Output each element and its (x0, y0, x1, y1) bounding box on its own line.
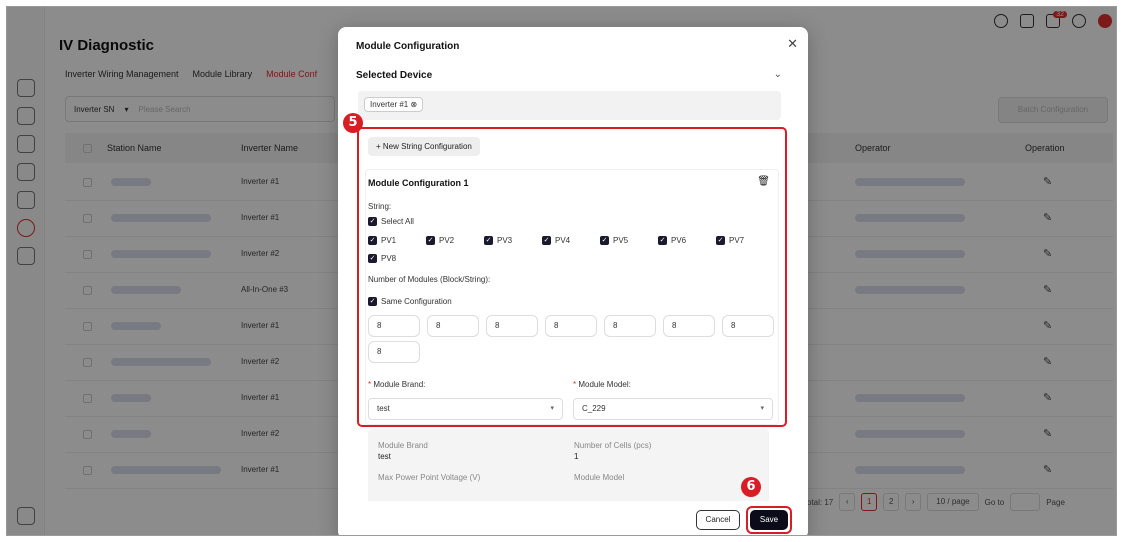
info-brand-key: Module Brand (378, 441, 428, 450)
string-pv8-checkbox[interactable]: ✓ PV8 (368, 254, 396, 263)
string-pv4-checkbox[interactable]: ✓ PV4 (542, 236, 570, 245)
string-pv7-checkbox[interactable]: ✓ PV7 (716, 236, 744, 245)
module-configuration-dialog: Module Configuration ✕ Selected Device ⌄… (338, 27, 808, 535)
string-pv5-label: PV5 (613, 236, 629, 245)
module-brand-select[interactable]: test ▾ (368, 398, 563, 420)
step-6-marker: 6 (741, 477, 761, 497)
module-count-input[interactable]: 8 (486, 315, 538, 337)
string-pv2-checkbox[interactable]: ✓ PV2 (426, 236, 454, 245)
module-configuration-card: Module Configuration 1 🗑 String: ✓ Select… (365, 169, 779, 425)
module-count-input[interactable]: 8 (368, 315, 420, 337)
module-model-label: * Module Model: (573, 380, 631, 389)
same-configuration-checkbox[interactable]: ✓ Same Configuration (368, 297, 452, 306)
module-count-input[interactable]: 8 (722, 315, 774, 337)
string-pv3-checkbox[interactable]: ✓ PV3 (484, 236, 512, 245)
module-count-input[interactable]: 8 (545, 315, 597, 337)
step-5-marker: 5 (343, 113, 363, 133)
info-model: Module Model (574, 473, 624, 482)
module-brand-value: test (377, 404, 390, 413)
string-pv5-checkbox[interactable]: ✓ PV5 (600, 236, 628, 245)
string-pv3-label: PV3 (497, 236, 513, 245)
chevron-down-icon: ▾ (760, 405, 764, 412)
info-vmp-key: Max Power Point Voltage (V) (378, 473, 481, 482)
select-all-label: Select All (381, 217, 414, 226)
select-all-checkbox[interactable]: ✓ Select All (368, 217, 414, 226)
info-brand-value: test (378, 452, 391, 461)
device-tag[interactable]: Inverter #1 ⊗ (364, 97, 424, 112)
remove-tag-icon[interactable]: ⊗ (410, 100, 417, 109)
string-configuration-area: + New String Configuration Module Config… (357, 127, 787, 427)
new-string-label: New String Configuration (382, 142, 472, 151)
string-pv4-label: PV4 (555, 236, 571, 245)
string-label: String: (368, 202, 392, 211)
save-button[interactable]: Save (750, 510, 788, 530)
device-tag-label: Inverter #1 (370, 100, 409, 109)
module-brand-label-text: Module Brand: (373, 380, 426, 389)
info-cells: Number of Cells (pcs) 1 (574, 441, 651, 461)
string-pv6-checkbox[interactable]: ✓ PV6 (658, 236, 686, 245)
trash-icon[interactable]: 🗑 (757, 176, 770, 187)
module-count-input[interactable]: 8 (368, 341, 420, 363)
string-pv8-label: PV8 (381, 254, 397, 263)
info-brand: Module Brand test (378, 441, 428, 461)
info-cells-value: 1 (574, 452, 579, 461)
string-pv2-label: PV2 (439, 236, 455, 245)
num-modules-label: Number of Modules (Block/String): (368, 275, 491, 284)
chevron-down-icon[interactable]: ⌄ (774, 69, 782, 80)
module-model-select[interactable]: C_229 ▾ (573, 398, 773, 420)
close-icon[interactable]: ✕ (787, 36, 798, 52)
info-vmp: Max Power Point Voltage (V) (378, 473, 480, 482)
selected-device-box: Inverter #1 ⊗ (358, 91, 781, 120)
module-brand-label: * Module Brand: (368, 380, 426, 389)
dialog-footer: Cancel Save (338, 501, 808, 535)
string-pv1-label: PV1 (381, 236, 397, 245)
module-info-panel: Module Brand test Number of Cells (pcs) 1 … (368, 429, 769, 509)
info-model-key: Module Model (574, 473, 625, 482)
module-count-input[interactable]: 8 (427, 315, 479, 337)
string-pv6-label: PV6 (671, 236, 687, 245)
module-model-label-text: Module Model: (578, 380, 631, 389)
module-count-input[interactable]: 8 (604, 315, 656, 337)
cancel-button[interactable]: Cancel (696, 510, 740, 530)
same-configuration-label: Same Configuration (381, 297, 452, 306)
string-pv7-label: PV7 (729, 236, 745, 245)
chevron-down-icon: ▾ (550, 405, 554, 412)
info-cells-key: Number of Cells (pcs) (574, 441, 652, 450)
selected-device-heading: Selected Device (356, 70, 433, 81)
dialog-title: Module Configuration (356, 41, 460, 52)
module-count-input[interactable]: 8 (663, 315, 715, 337)
save-highlight: Save (746, 506, 792, 534)
string-pv1-checkbox[interactable]: ✓ PV1 (368, 236, 396, 245)
config-title: Module Configuration 1 (368, 178, 469, 188)
app-window: 32 IV Diagnostic Inverter Wiring Managem… (6, 6, 1117, 536)
new-string-configuration-button[interactable]: + New String Configuration (368, 137, 480, 156)
module-model-value: C_229 (582, 404, 606, 413)
